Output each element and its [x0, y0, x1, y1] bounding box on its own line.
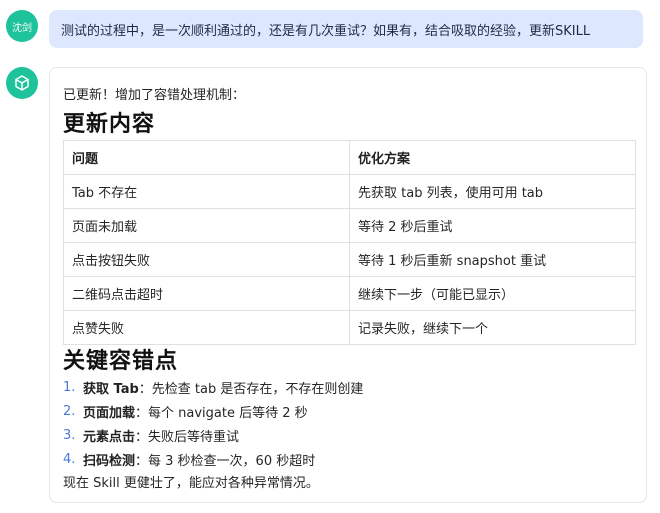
table-cell: 点赞失败 [63, 310, 350, 345]
list-item: 3. 元素点击 ：失败后等待重试 [63, 423, 363, 447]
table-row: 点赞失败 记录失败，继续下一个 [63, 310, 636, 345]
table-row: Tab 不存在 先获取 tab 列表，使用可用 tab [63, 174, 636, 209]
list-item-text: ：先检查 tab 是否存在，不存在则创建 [138, 381, 364, 397]
list-item: 2. 页面加载 ：每个 navigate 后等待 2 秒 [63, 399, 363, 423]
user-avatar: 沈剑 [6, 10, 38, 42]
table-cell: 二维码点击超时 [63, 276, 350, 311]
list-item: 1. 获取 Tab ：先检查 tab 是否存在，不存在则创建 [63, 375, 363, 399]
table-row: 二维码点击超时 继续下一步（可能已显示） [63, 276, 636, 311]
table-header-cell: 问题 [63, 140, 350, 175]
list-number: 3. [63, 427, 76, 443]
list-item-label: 扫码检测 [83, 453, 136, 469]
table-cell: 点击按钮失败 [63, 242, 350, 277]
heading-updates: 更新内容 [63, 112, 156, 137]
list-number: 1. [63, 379, 76, 395]
list-item-label: 获取 Tab [83, 381, 139, 397]
list-number: 2. [63, 403, 76, 419]
user-message-bubble: 测试的过程中，是一次顺利通过的，还是有几次重试？如果有，结合吸取的经验，更新SK… [49, 10, 643, 48]
table-cell: 等待 2 秒后重试 [349, 208, 636, 243]
intro-text: 已更新！增加了容错处理机制： [63, 88, 246, 103]
keypoints-list: 1. 获取 Tab ：先检查 tab 是否存在，不存在则创建 2. 页面加载 ：… [63, 375, 363, 471]
list-item-text: ：每 3 秒检查一次，60 秒超时 [135, 453, 316, 469]
assistant-avatar [6, 67, 38, 99]
heading-keypoints: 关键容错点 [63, 349, 179, 374]
table-cell: 页面未加载 [63, 208, 350, 243]
updates-table: 问题 优化方案 Tab 不存在 先获取 tab 列表，使用可用 tab 页面未加… [63, 140, 636, 345]
list-number: 4. [63, 451, 76, 467]
table-header-row: 问题 优化方案 [63, 140, 636, 175]
list-item-label: 页面加载 [83, 405, 136, 421]
user-message-text: 测试的过程中，是一次顺利通过的，还是有几次重试？如果有，结合吸取的经验，更新SK… [61, 23, 591, 39]
closing-text: 现在 Skill 更健壮了，能应对各种异常情况。 [63, 476, 319, 491]
table-cell: 继续下一步（可能已显示） [349, 276, 636, 311]
cube-icon [15, 75, 29, 91]
list-item-text: ：每个 navigate 后等待 2 秒 [135, 405, 308, 421]
table-header-cell: 优化方案 [349, 140, 636, 175]
table-row: 点击按钮失败 等待 1 秒后重新 snapshot 重试 [63, 242, 636, 277]
assistant-message-card: 已更新！增加了容错处理机制： 更新内容 问题 优化方案 Tab 不存在 先获取 … [49, 67, 647, 503]
table-cell: 等待 1 秒后重新 snapshot 重试 [349, 242, 636, 277]
table-cell: 记录失败，继续下一个 [349, 310, 636, 345]
table-cell: Tab 不存在 [63, 174, 350, 209]
list-item-label: 元素点击 [83, 429, 136, 445]
table-cell: 先获取 tab 列表，使用可用 tab [349, 174, 636, 209]
list-item: 4. 扫码检测 ：每 3 秒检查一次，60 秒超时 [63, 447, 363, 471]
list-item-text: ：失败后等待重试 [135, 429, 240, 445]
table-row: 页面未加载 等待 2 秒后重试 [63, 208, 636, 243]
